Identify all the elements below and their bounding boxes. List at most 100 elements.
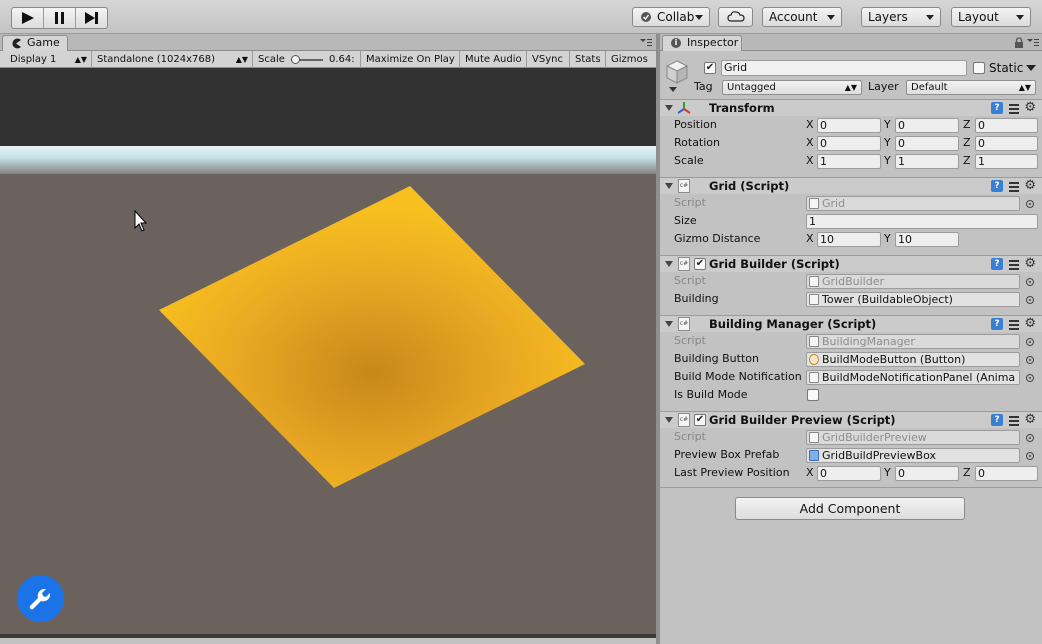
preset-icon[interactable] [1008,318,1020,330]
building-manager-script-field[interactable]: BuildingManager [806,334,1020,349]
preset-icon[interactable] [1008,258,1020,270]
gear-icon[interactable]: ⚙ [1024,317,1036,331]
help-icon[interactable]: ? [991,102,1003,114]
preview-box-prefab-field[interactable]: GridBuildPreviewBox [806,448,1020,463]
position-z-field[interactable]: 0 [975,118,1038,133]
grid-builder-preview-enabled-checkbox[interactable]: ✔ [694,414,706,426]
object-picker-icon[interactable] [1026,200,1034,208]
is-build-mode-checkbox[interactable] [807,389,819,401]
gizmo-distance-x-field[interactable]: 10 [817,232,881,247]
grid-builder-enabled-checkbox[interactable]: ✔ [694,258,706,270]
collab-button[interactable]: Collab [632,7,710,27]
display-dropdown[interactable]: Display 1 ▲▼ [6,51,92,68]
gear-icon[interactable]: ⚙ [1024,179,1036,193]
script-file-icon [809,276,819,287]
grid-builder-preview-component-header[interactable]: c# ✔ Grid Builder Preview (Script) ? ⚙ [660,411,1042,428]
maximize-on-play-toggle[interactable]: Maximize On Play [362,51,460,68]
active-checkbox[interactable]: ✔ [704,62,716,74]
static-checkbox[interactable] [973,62,985,74]
help-icon[interactable]: ? [991,258,1003,270]
cloud-button[interactable] [718,7,753,27]
build-mode-notification-field[interactable]: BuildModeNotificationPanel (Anima [806,370,1020,385]
play-button[interactable] [12,8,44,28]
object-picker-icon[interactable] [1026,356,1034,364]
help-icon[interactable]: ? [991,318,1003,330]
object-picker-icon[interactable] [1026,296,1034,304]
grid-builder-script-field[interactable]: GridBuilder [806,274,1020,289]
grid-builder-preview-script-field[interactable]: GridBuilderPreview [806,430,1020,445]
panel-menu-icon[interactable] [1027,39,1039,47]
gizmo-distance-y-field[interactable]: 10 [895,232,959,247]
scale-y-field[interactable]: 1 [895,154,959,169]
preset-icon[interactable] [1008,180,1020,192]
static-dropdown-icon[interactable] [1026,65,1036,71]
scale-x-field[interactable]: 1 [817,154,881,169]
gizmos-toggle[interactable]: Gizmos [607,51,656,68]
building-button-field[interactable]: BuildModeButton (Button) [806,352,1020,367]
step-button[interactable] [76,8,107,28]
cube-icon [665,60,689,84]
size-field[interactable]: 1 [806,214,1038,229]
panel-menu-icon[interactable] [640,39,652,47]
game-viewport[interactable] [0,68,656,638]
object-picker-icon[interactable] [1026,338,1034,346]
help-icon[interactable]: ? [991,180,1003,192]
layout-dropdown[interactable]: Layout [951,7,1031,27]
building-manager-component-header[interactable]: c# Building Manager (Script) ? ⚙ [660,315,1042,332]
account-button[interactable]: Account [762,7,842,27]
object-picker-icon[interactable] [1026,434,1034,442]
scale-z-field[interactable]: 1 [975,154,1038,169]
add-component-button[interactable]: Add Component [735,497,965,520]
last-preview-x-field[interactable]: 0 [817,466,881,481]
gizmos-label: Gizmos [611,54,648,65]
button-component-icon [809,354,819,365]
object-picker-icon[interactable] [1026,452,1034,460]
gameobject-menu-icon[interactable] [669,87,677,92]
transform-component-header[interactable]: Transform ? ⚙ [660,99,1042,116]
gear-icon[interactable]: ⚙ [1024,413,1036,427]
scale-label: Scale [258,54,285,65]
position-x-field[interactable]: 0 [817,118,881,133]
foldout-arrow-icon[interactable] [665,417,673,423]
scale-slider-thumb[interactable] [291,55,300,64]
last-preview-z-field[interactable]: 0 [975,466,1038,481]
position-y-field[interactable]: 0 [895,118,959,133]
resolution-dropdown[interactable]: Standalone (1024x768) ▲▼ [93,51,253,68]
mute-audio-toggle[interactable]: Mute Audio [461,51,527,68]
object-picker-icon[interactable] [1026,278,1034,286]
playback-controls [11,7,108,29]
stats-toggle[interactable]: Stats [571,51,606,68]
object-picker-icon[interactable] [1026,374,1034,382]
gear-icon[interactable]: ⚙ [1024,101,1036,115]
preset-icon[interactable] [1008,414,1020,426]
building-field[interactable]: Tower (BuildableObject) [806,292,1020,307]
building-manager-script-value: BuildingManager [822,335,915,348]
lock-icon[interactable] [1014,37,1024,48]
last-preview-y-field[interactable]: 0 [895,466,959,481]
foldout-arrow-icon[interactable] [665,261,673,267]
rotation-x-field[interactable]: 0 [817,136,881,151]
help-icon[interactable]: ? [991,414,1003,426]
tab-inspector[interactable]: i Inspector [662,35,742,51]
step-icon [85,12,98,24]
gameobject-name-field[interactable]: Grid [721,60,967,76]
foldout-arrow-icon[interactable] [665,321,673,327]
grid-script-field[interactable]: Grid [806,196,1020,211]
tag-dropdown[interactable]: Untagged ▲▼ [722,80,862,95]
layer-dropdown[interactable]: Default ▲▼ [906,80,1036,95]
transform-icon [677,102,691,114]
foldout-arrow-icon[interactable] [665,105,673,111]
gear-icon[interactable]: ⚙ [1024,257,1036,271]
tab-game[interactable]: Game [2,35,68,51]
grid-script-component-header[interactable]: c# Grid (Script) ? ⚙ [660,177,1042,194]
layers-dropdown[interactable]: Layers [861,7,941,27]
pause-button[interactable] [44,8,76,28]
rotation-z-field[interactable]: 0 [975,136,1038,151]
rotation-y-field[interactable]: 0 [895,136,959,151]
vsync-toggle[interactable]: VSync [528,51,570,68]
preset-icon[interactable] [1008,102,1020,114]
wrench-button[interactable] [17,575,64,622]
script-label: Script [674,430,706,443]
foldout-arrow-icon[interactable] [665,183,673,189]
grid-builder-component-header[interactable]: c# ✔ Grid Builder (Script) ? ⚙ [660,255,1042,272]
